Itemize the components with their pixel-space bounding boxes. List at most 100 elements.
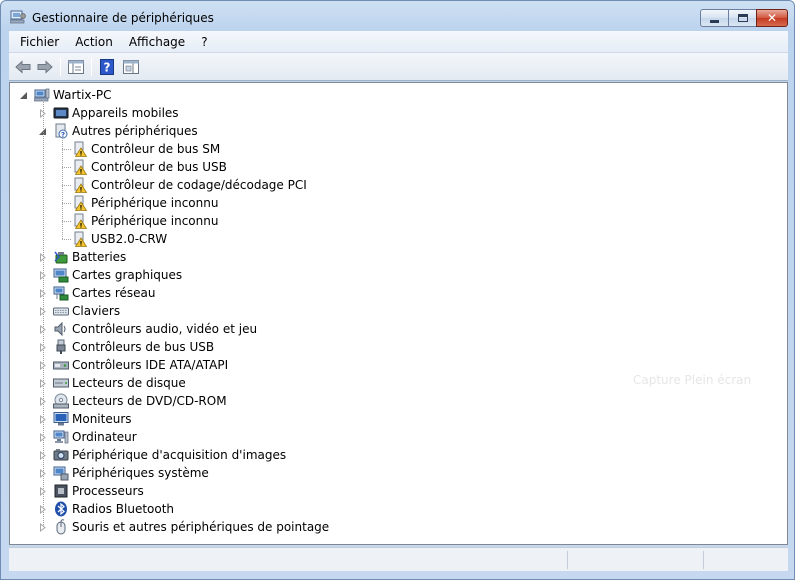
tree-device-item[interactable]: ! Contrôleur de bus USB [72,158,227,176]
properties-icon [123,60,139,74]
svg-text:!: ! [80,240,83,247]
tree-item-label: Wartix-PC [53,88,112,102]
unknown-device-icon: ? [55,123,68,139]
processor-icon [54,484,68,498]
tree-category[interactable]: Périphérique d'acquisition d'images [53,446,286,464]
network-adapter-icon [53,286,69,301]
system-device-icon [53,466,69,481]
tree-category[interactable]: Lecteurs de DVD/CD-ROM [53,392,227,410]
forward-button[interactable] [36,58,54,76]
tree-item-label: Contrôleur de bus USB [91,160,227,174]
tree-category[interactable]: Cartes graphiques [53,266,182,284]
svg-text:!: ! [80,186,83,193]
svg-text:!: ! [80,222,83,229]
warning-device-icon: ! [74,213,88,229]
svg-text:!: ! [80,204,83,211]
tree-item-label: Ordinateur [72,430,137,444]
status-cell [567,551,703,569]
warning-device-icon: ! [74,159,88,175]
tree-item-label: Contrôleur de bus SM [91,142,221,156]
tree-category[interactable]: Contrôleurs de bus USB [53,338,214,356]
tree-item-label: USB2.0-CRW [91,232,168,246]
help-button[interactable]: ? [98,58,116,76]
mouse-icon [56,519,66,535]
tree-category[interactable]: Radios Bluetooth [53,500,174,518]
tree-category[interactable]: Contrôleurs audio, vidéo et jeu [53,320,257,338]
tree-category[interactable]: ? Autres périphériques [53,122,198,140]
tree-connector-line [62,203,71,204]
toolbar-separator [60,58,61,76]
console-tree-icon [68,60,84,74]
display-adapter-icon [53,268,69,283]
menu-help[interactable]: ? [193,31,215,53]
tree-category[interactable]: Batteries [53,248,126,266]
svg-text:!: ! [80,168,83,175]
minimize-button[interactable] [700,9,728,27]
camera-icon [53,449,69,461]
tree-item-label: Contrôleur de codage/décodage PCI [91,178,307,192]
tree-item-label: Périphérique d'acquisition d'images [72,448,287,462]
toolbar-separator [91,58,92,76]
tree-category[interactable]: Lecteurs de disque [53,374,186,392]
tree-category[interactable]: Appareils mobiles [53,104,179,122]
warning-device-icon: ! [74,141,88,157]
forward-arrow-icon [37,60,53,74]
tree-device-item[interactable]: ! Contrôleur de bus SM [72,140,220,158]
watermark-text: Capture Plein écran [633,373,752,387]
close-button[interactable]: ✕ [756,9,788,27]
tree-connector-line [62,149,71,150]
tree-category[interactable]: Contrôleurs IDE ATA/ATAPI [53,356,228,374]
tree-category[interactable]: Claviers [53,302,120,320]
tree-device-item[interactable]: ! Périphérique inconnu [72,212,218,230]
close-icon: ✕ [766,11,778,25]
tree-item-label: Cartes graphiques [72,268,183,282]
tree-device-item[interactable]: ! Contrôleur de codage/décodage PCI [72,176,307,194]
title-bar[interactable]: Gestionnaire de périphériques ✕ [1,1,794,31]
help-icon: ? [100,59,114,75]
svg-text:!: ! [80,150,83,157]
tree-item-label: Cartes réseau [72,286,156,300]
tree-root-computer[interactable]: Wartix-PC [34,86,111,104]
menu-bar: Fichier Action Affichage ? [9,31,788,53]
tree-category[interactable]: Moniteurs [53,410,132,428]
minimize-icon [710,19,719,23]
tree-category[interactable]: Périphériques système [53,464,209,482]
tree-item-label: Appareils mobiles [72,106,179,120]
ide-controller-icon [53,361,69,370]
tree-category[interactable]: Souris et autres périphériques de pointa… [53,518,329,536]
tree-item-label: Contrôleurs de bus USB [72,340,215,354]
window-title: Gestionnaire de périphériques [32,11,214,25]
tree-device-item[interactable]: ! Périphérique inconnu [72,194,218,212]
dvd-drive-icon [53,393,69,409]
tree-item-label: Contrôleurs audio, vidéo et jeu [72,322,258,336]
back-button[interactable] [14,58,32,76]
usb-icon [56,339,66,354]
keyboard-icon [53,307,69,316]
tree-category[interactable]: Processeurs [53,482,144,500]
toolbar: ? [9,53,788,81]
properties-button[interactable] [122,58,140,76]
tree-connector-line [62,185,71,186]
tree-category[interactable]: Cartes réseau [53,284,155,302]
tree-item-label: Lecteurs de disque [72,376,186,390]
tree-item-label: Claviers [72,304,121,318]
device-tree-panel[interactable]: Wartix-PC Appareils mobiles? Autres périph… [9,82,788,545]
maximize-button[interactable] [728,9,756,27]
disk-drive-icon [53,378,69,388]
tree-device-item[interactable]: ! USB2.0-CRW [72,230,167,248]
tree-item-label: Processeurs [72,484,144,498]
menu-action[interactable]: Action [67,31,121,53]
tree-category[interactable]: Ordinateur [53,428,137,446]
collapse-toggle[interactable] [19,91,28,100]
console-tree-button[interactable] [67,58,85,76]
menu-view[interactable]: Affichage [121,31,193,53]
battery-icon [54,251,68,264]
pc-root-icon [34,88,50,102]
warning-device-icon: ! [74,195,88,211]
tree-item-label: Contrôleurs IDE ATA/ATAPI [72,358,229,372]
tree-item-label: Autres périphériques [72,124,198,138]
collapse-triangle-icon [20,92,27,99]
computer-icon [53,430,69,444]
mobile-device-icon [53,107,69,119]
menu-file[interactable]: Fichier [9,31,67,53]
